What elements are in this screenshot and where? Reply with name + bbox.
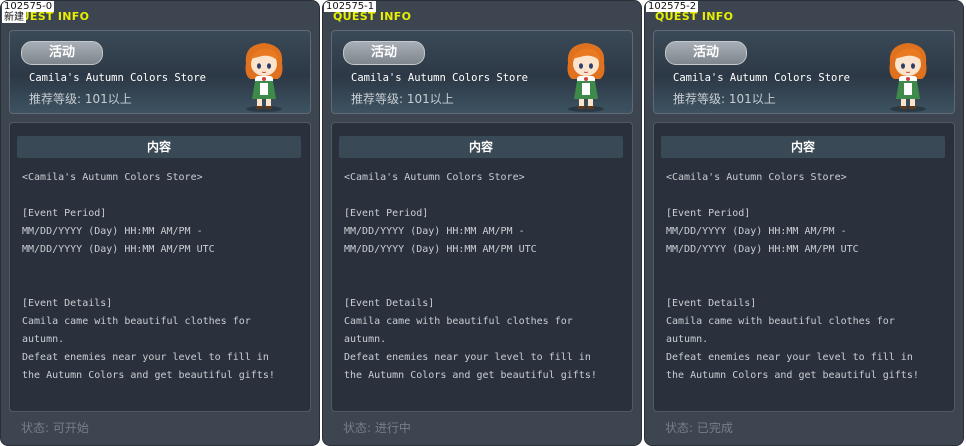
content-header: 内容 bbox=[17, 136, 301, 158]
event-details-line: autumn. bbox=[344, 334, 387, 345]
content-header: 内容 bbox=[339, 136, 623, 158]
quest-id-label: 102575-0 bbox=[2, 1, 55, 12]
quest-content-box: 内容 <Camila's Autumn Colors Store> [Event… bbox=[331, 122, 633, 412]
event-period-line: MM/DD/YYYY (Day) HH:MM AM/PM - bbox=[22, 226, 203, 237]
event-details-line: Camila came with beautiful clothes for bbox=[344, 316, 573, 327]
quest-info-panel: 102575-0 新建 QUEST INFO 活动 Camila's Autum… bbox=[0, 0, 320, 446]
event-badge: 活动 bbox=[21, 41, 103, 65]
content-body: <Camila's Autumn Colors Store> [Event Pe… bbox=[666, 169, 946, 385]
event-details-label: [Event Details] bbox=[666, 298, 757, 309]
quest-status: 状态: 已完成 bbox=[665, 421, 733, 435]
event-details-line: autumn. bbox=[22, 334, 65, 345]
quest-info-panel: 102575-2 QUEST INFO 活动 Camila's Autumn C… bbox=[644, 0, 964, 446]
quest-id-label: 102575-2 bbox=[646, 1, 699, 12]
event-period-label: [Event Period] bbox=[666, 208, 751, 219]
event-details-label: [Event Details] bbox=[344, 298, 435, 309]
event-details-line: Defeat enemies near your level to fill i… bbox=[344, 352, 591, 363]
quest-status: 状态: 进行中 bbox=[343, 421, 411, 435]
event-details-line: Camila came with beautiful clothes for bbox=[22, 316, 251, 327]
npc-camila-icon bbox=[889, 43, 927, 112]
content-body: <Camila's Autumn Colors Store> [Event Pe… bbox=[344, 169, 624, 385]
event-details-line: Camila came with beautiful clothes for bbox=[666, 316, 895, 327]
event-details-line: Defeat enemies near your level to fill i… bbox=[22, 352, 269, 363]
npc-camila-icon bbox=[567, 43, 605, 112]
quest-info-panel: 102575-1 QUEST INFO 活动 Camila's Autumn C… bbox=[322, 0, 642, 446]
event-badge: 活动 bbox=[343, 41, 425, 65]
content-title-line: <Camila's Autumn Colors Store> bbox=[666, 172, 847, 183]
event-period-line: MM/DD/YYYY (Day) HH:MM AM/PM - bbox=[666, 226, 847, 237]
event-period-line: MM/DD/YYYY (Day) HH:MM AM/PM UTC bbox=[344, 244, 537, 255]
event-badge: 活动 bbox=[665, 41, 747, 65]
event-details-line: the Autumn Colors and get beautiful gift… bbox=[22, 370, 275, 381]
content-title-line: <Camila's Autumn Colors Store> bbox=[344, 172, 525, 183]
recommended-level: 推荐等级: 101以上 bbox=[29, 92, 132, 106]
event-details-line: Defeat enemies near your level to fill i… bbox=[666, 352, 913, 363]
quest-name: Camila's Autumn Colors Store bbox=[29, 72, 207, 84]
event-details-line: the Autumn Colors and get beautiful gift… bbox=[344, 370, 597, 381]
quest-status: 状态: 可开始 bbox=[21, 421, 89, 435]
event-details-label: [Event Details] bbox=[22, 298, 113, 309]
event-period-line: MM/DD/YYYY (Day) HH:MM AM/PM UTC bbox=[666, 244, 859, 255]
quest-content-box: 内容 <Camila's Autumn Colors Store> [Event… bbox=[9, 122, 311, 412]
quest-info-sheet: 102575-0 新建 QUEST INFO 活动 Camila's Autum… bbox=[0, 0, 966, 446]
quest-name: Camila's Autumn Colors Store bbox=[673, 72, 851, 84]
quest-summary-box: 活动 Camila's Autumn Colors Store 推荐等级: 10… bbox=[653, 30, 955, 114]
event-details-line: autumn. bbox=[666, 334, 709, 345]
content-title-line: <Camila's Autumn Colors Store> bbox=[22, 172, 203, 183]
quest-name: Camila's Autumn Colors Store bbox=[351, 72, 529, 84]
quest-id-label: 102575-1 bbox=[324, 1, 377, 12]
recommended-level: 推荐等级: 101以上 bbox=[673, 92, 776, 106]
quest-summary-box: 活动 Camila's Autumn Colors Store 推荐等级: 10… bbox=[331, 30, 633, 114]
event-period-label: [Event Period] bbox=[22, 208, 107, 219]
content-body: <Camila's Autumn Colors Store> [Event Pe… bbox=[22, 169, 302, 385]
npc-camila-icon bbox=[245, 43, 283, 112]
event-period-label: [Event Period] bbox=[344, 208, 429, 219]
content-header: 内容 bbox=[661, 136, 945, 158]
overlay-label: 新建 bbox=[2, 12, 26, 23]
event-period-line: MM/DD/YYYY (Day) HH:MM AM/PM UTC bbox=[22, 244, 215, 255]
quest-summary-box: 活动 Camila's Autumn Colors Store 推荐等级: 10… bbox=[9, 30, 311, 114]
event-period-line: MM/DD/YYYY (Day) HH:MM AM/PM - bbox=[344, 226, 525, 237]
quest-content-box: 内容 <Camila's Autumn Colors Store> [Event… bbox=[653, 122, 955, 412]
recommended-level: 推荐等级: 101以上 bbox=[351, 92, 454, 106]
event-details-line: the Autumn Colors and get beautiful gift… bbox=[666, 370, 919, 381]
